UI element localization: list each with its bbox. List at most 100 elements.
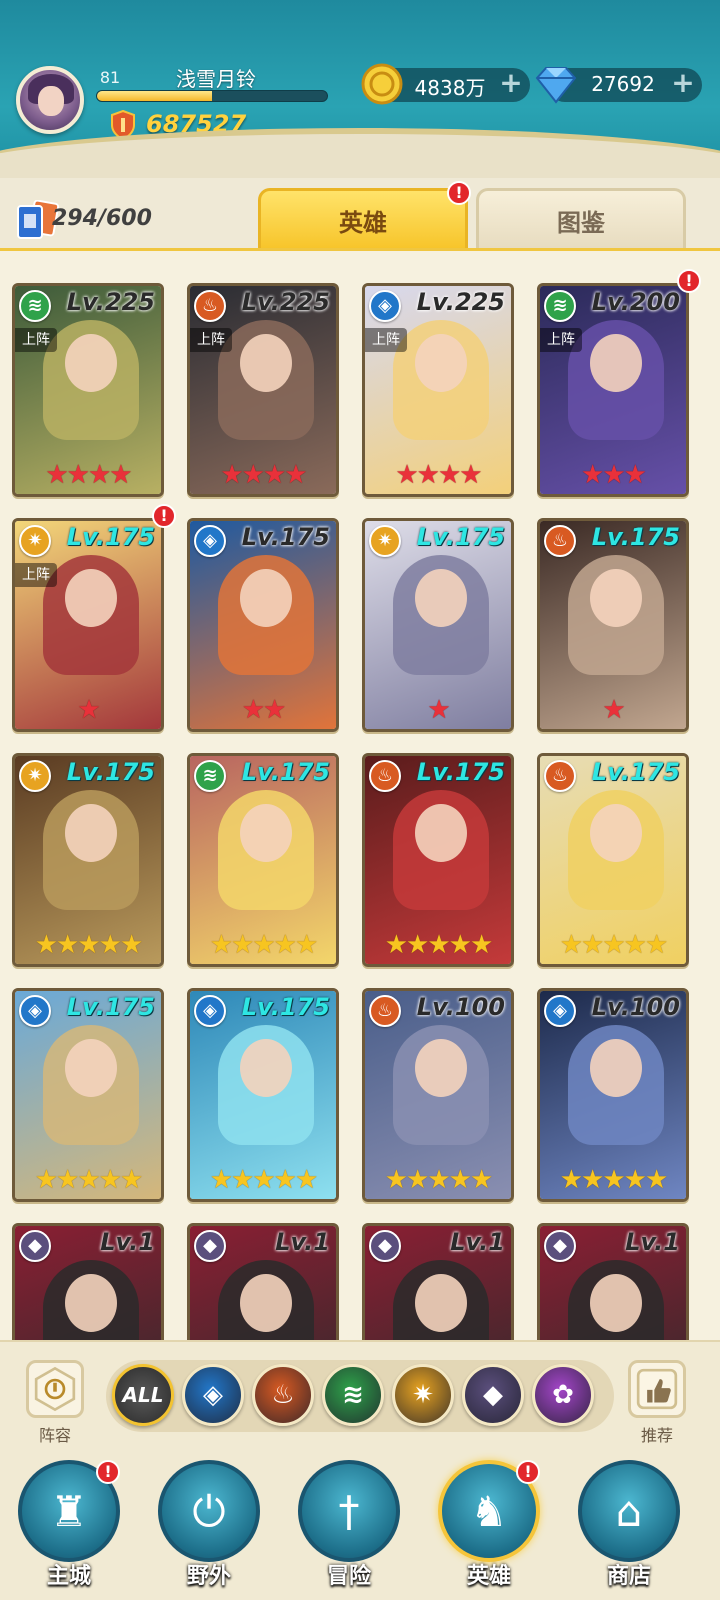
nav-wild[interactable]: ⏻ 野外 <box>154 1460 264 1590</box>
hero-card[interactable]: ◆ Lv.1 <box>537 1223 689 1340</box>
hero-card[interactable]: ♨ Lv.225 上阵 ★★★★ <box>187 283 339 497</box>
top-header: 81 浅雪月铃 687527 4838万 + 27692 + <box>0 0 720 178</box>
add-gem-button[interactable]: + <box>670 69 696 97</box>
hero-card[interactable]: ◈ Lv.100 ★★★★★ <box>537 988 689 1202</box>
hero-face <box>415 1274 467 1332</box>
gold-resource: 4838万 + <box>361 63 530 105</box>
tab-compendium-label: 图鉴 <box>557 209 605 237</box>
hero-stars: ★★★★★ <box>384 1165 494 1195</box>
hero-face <box>590 334 642 392</box>
deployed-tag: 上阵 <box>15 563 57 587</box>
hero-stars: ★★★★★ <box>384 930 494 960</box>
hero-card[interactable]: ≋ Lv.225 上阵 ★★★★ <box>12 283 164 497</box>
water-element-icon: ◈ <box>369 290 401 322</box>
nav-sword[interactable]: † 冒险 <box>294 1460 404 1590</box>
hero-level: Lv.225 <box>66 288 155 316</box>
player-avatar[interactable] <box>16 66 84 134</box>
hero-card[interactable]: ✷ Lv.175 ★★★★★ <box>12 753 164 967</box>
hero-stars: ★★★★ <box>395 460 482 490</box>
hero-face <box>65 569 117 627</box>
hero-face <box>590 569 642 627</box>
hero-face <box>65 804 117 862</box>
tab-hero[interactable]: 英雄 ! <box>258 181 471 248</box>
hero-face <box>590 804 642 862</box>
nav-label: 冒险 <box>326 1564 371 1589</box>
power-shield-icon <box>111 110 135 140</box>
dark-element-icon: ◆ <box>19 1230 51 1262</box>
hero-alert-badge: ! <box>677 269 701 293</box>
hero-level: Lv.200 <box>591 288 680 316</box>
hero-stars: ★★★★ <box>220 460 307 490</box>
hero-level: Lv.100 <box>591 993 680 1021</box>
nav-castle[interactable]: ♜ 主城! <box>14 1460 124 1590</box>
wild-icon: ⏻ <box>192 1487 226 1536</box>
lineup-icon <box>26 1360 84 1418</box>
filter-all-button[interactable]: ALL <box>112 1364 174 1426</box>
hero-face <box>240 334 292 392</box>
water-element-icon: ◈ <box>19 995 51 1027</box>
player-name: 浅雪月铃 <box>176 67 256 91</box>
deployed-tag: 上阵 <box>540 328 582 352</box>
nav-label: 主城 <box>46 1564 91 1589</box>
filter-dark-button[interactable]: ◆ <box>462 1364 524 1426</box>
gem-resource: 27692 + <box>535 67 702 104</box>
hero-alert-badge: ! <box>152 504 176 528</box>
shop-icon: ⌂ <box>615 1487 643 1536</box>
hero-level: Lv.175 <box>591 758 680 786</box>
nav-helmet[interactable]: ♞ 英雄! <box>434 1460 544 1590</box>
hero-stars: ★★★★★ <box>559 930 669 960</box>
hero-card[interactable]: ≋ Lv.200 上阵 ★★★ <box>537 283 689 497</box>
filter-wind-button[interactable]: ≋ <box>322 1364 384 1426</box>
nav-label: 商店 <box>606 1564 651 1589</box>
add-gold-button[interactable]: + <box>498 69 524 97</box>
water-element-icon: ◈ <box>194 525 226 557</box>
filter-bar: 阵容 ALL ◈ ♨ ≋ ✷ ◆ ✿ 推荐 <box>0 1340 720 1450</box>
filter-fire-button[interactable]: ♨ <box>252 1364 314 1426</box>
fire-element-icon: ♨ <box>544 760 576 792</box>
dark-element-icon: ◆ <box>544 1230 576 1262</box>
tab-compendium[interactable]: 图鉴 <box>476 188 686 248</box>
hero-level: Lv.1 <box>450 1228 505 1256</box>
hero-face <box>240 569 292 627</box>
tab-hero-label: 英雄 <box>339 209 387 237</box>
hero-face <box>240 1039 292 1097</box>
hero-stars: ★★★★★ <box>34 1165 144 1195</box>
nav-shop[interactable]: ⌂ 商店 <box>574 1460 684 1590</box>
hero-count-text: 294/600 <box>52 206 152 231</box>
hero-card[interactable]: ◈ Lv.175 ★★ <box>187 518 339 732</box>
water-element-icon: ◈ <box>544 995 576 1027</box>
hero-card[interactable]: ♨ Lv.175 ★★★★★ <box>362 753 514 967</box>
lineup-button[interactable]: 阵容 <box>20 1360 90 1446</box>
combat-power: 687527 <box>146 110 247 138</box>
filter-arcane-button[interactable]: ✿ <box>532 1364 594 1426</box>
exp-fill <box>97 91 212 101</box>
hero-grid: ≋ Lv.225 上阵 ★★★★ ♨ Lv.225 上阵 ★★★★ ◈ Lv.225 上阵 ★★★★ ≋… <box>0 248 720 1340</box>
hero-card[interactable]: ♨ Lv.175 ★ <box>537 518 689 732</box>
hero-card[interactable]: ≋ Lv.175 ★★★★★ <box>187 753 339 967</box>
filter-light-button[interactable]: ✷ <box>392 1364 454 1426</box>
filter-water-button[interactable]: ◈ <box>182 1364 244 1426</box>
hero-level: Lv.175 <box>591 523 680 551</box>
sword-icon: † <box>338 1487 360 1536</box>
hero-level: Lv.175 <box>66 523 155 551</box>
hero-card[interactable]: ◆ Lv.1 <box>187 1223 339 1340</box>
hero-face <box>65 1039 117 1097</box>
hero-card[interactable]: ♨ Lv.100 ★★★★★ <box>362 988 514 1202</box>
hero-card[interactable]: ◆ Lv.1 <box>12 1223 164 1340</box>
hero-card[interactable]: ◈ Lv.175 ★★★★★ <box>12 988 164 1202</box>
recommend-button[interactable]: 推荐 <box>622 1360 692 1446</box>
hero-level: Lv.175 <box>416 523 505 551</box>
nav-label: 英雄 <box>466 1564 511 1589</box>
hero-face <box>590 1274 642 1332</box>
hero-card[interactable]: ✷ Lv.175 上阵 ★ <box>12 518 164 732</box>
hero-card[interactable]: ✷ Lv.175 ★ <box>362 518 514 732</box>
fire-element-icon: ♨ <box>194 290 226 322</box>
hero-level: Lv.175 <box>241 523 330 551</box>
recommend-label: 推荐 <box>640 1426 673 1445</box>
lineup-label: 阵容 <box>38 1426 71 1445</box>
hero-card[interactable]: ◈ Lv.175 ★★★★★ <box>187 988 339 1202</box>
hero-card[interactable]: ◈ Lv.225 上阵 ★★★★ <box>362 283 514 497</box>
hero-card[interactable]: ◆ Lv.1 <box>362 1223 514 1340</box>
light-element-icon: ✷ <box>19 760 51 792</box>
hero-card[interactable]: ♨ Lv.175 ★★★★★ <box>537 753 689 967</box>
